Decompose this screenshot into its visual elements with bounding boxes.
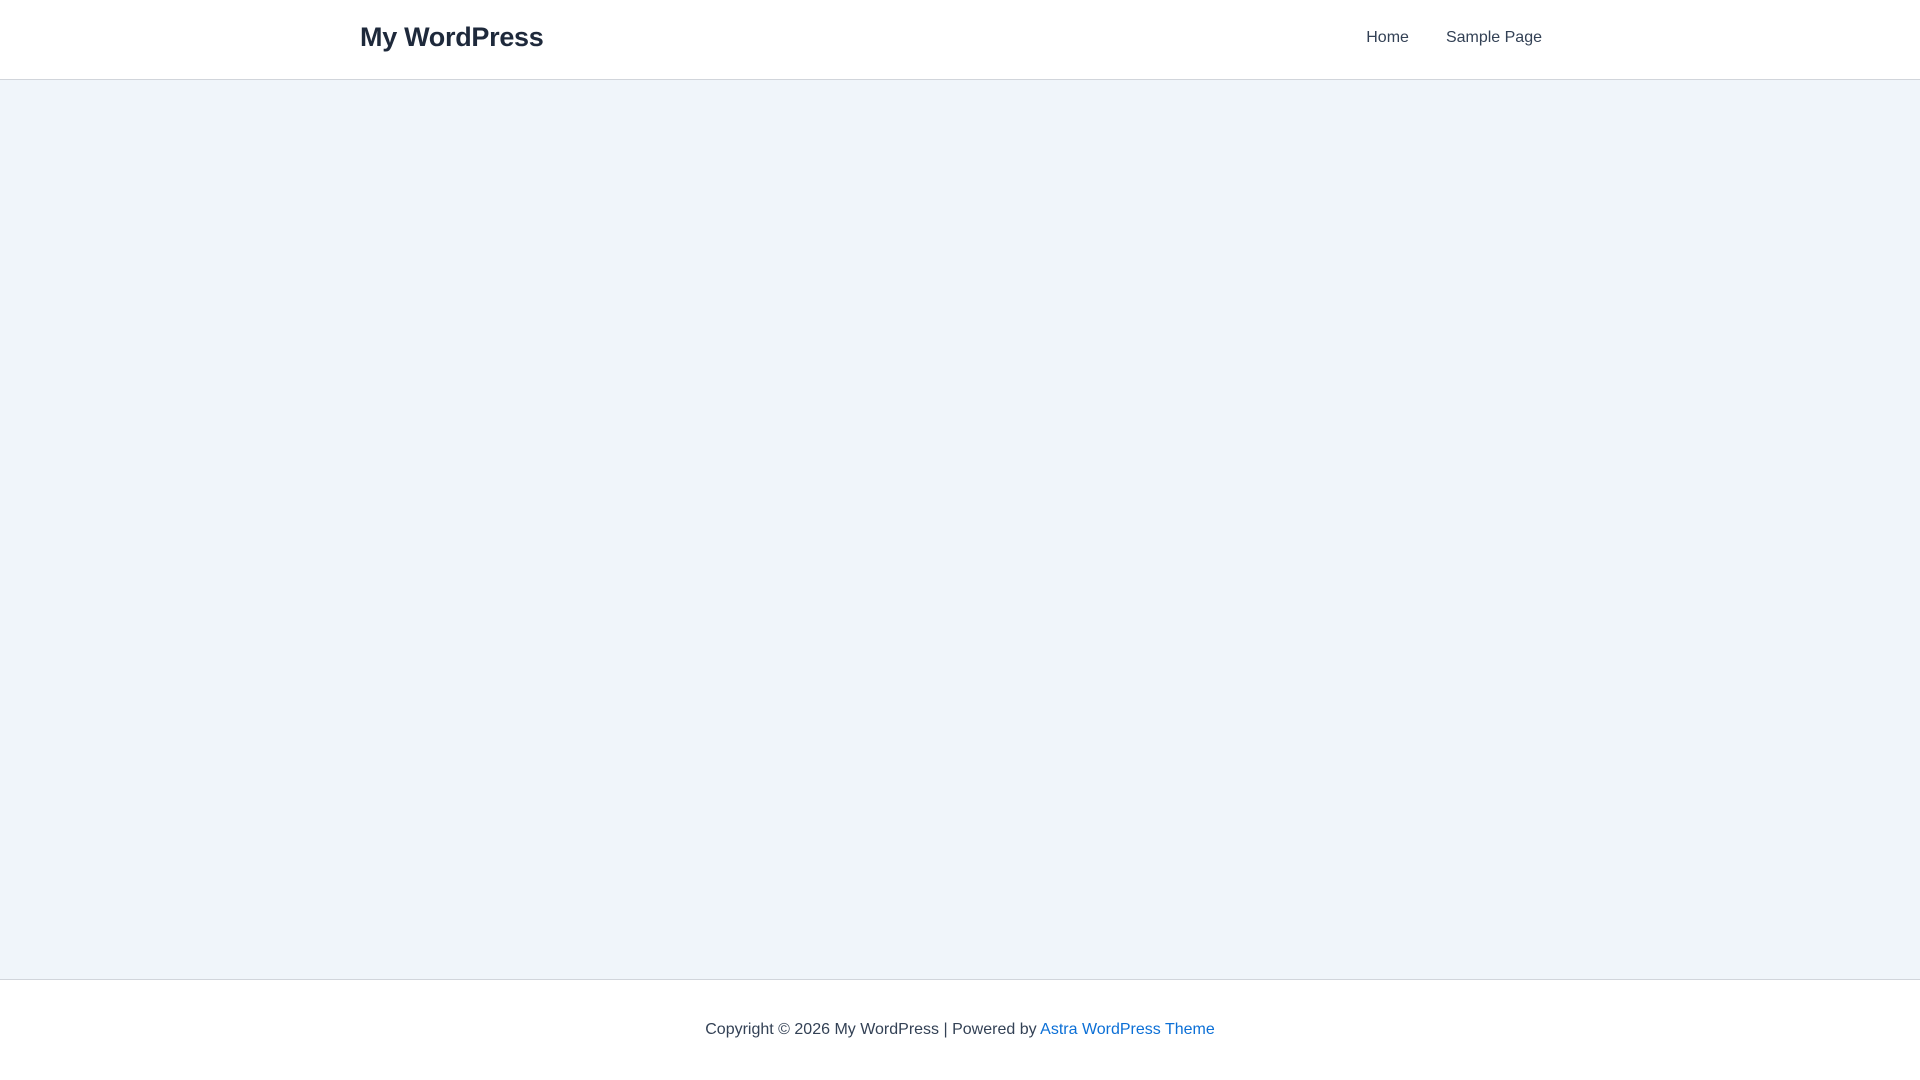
primary-nav: Home Sample Page [1366, 29, 1542, 47]
astra-theme-link[interactable]: Astra WordPress Theme [1040, 1021, 1215, 1038]
nav-item-home[interactable]: Home [1366, 29, 1409, 47]
copyright-text: Copyright © 2026 My WordPress | Powered … [705, 1021, 1041, 1038]
site-title-link[interactable]: My WordPress [360, 22, 544, 53]
main-content [0, 80, 1920, 979]
site-footer: Copyright © 2026 My WordPress | Powered … [0, 979, 1920, 1080]
nav-item-sample-page[interactable]: Sample Page [1446, 29, 1542, 47]
site-header: My WordPress Home Sample Page [0, 0, 1920, 80]
footer-copyright: Copyright © 2026 My WordPress | Powered … [0, 1021, 1920, 1039]
